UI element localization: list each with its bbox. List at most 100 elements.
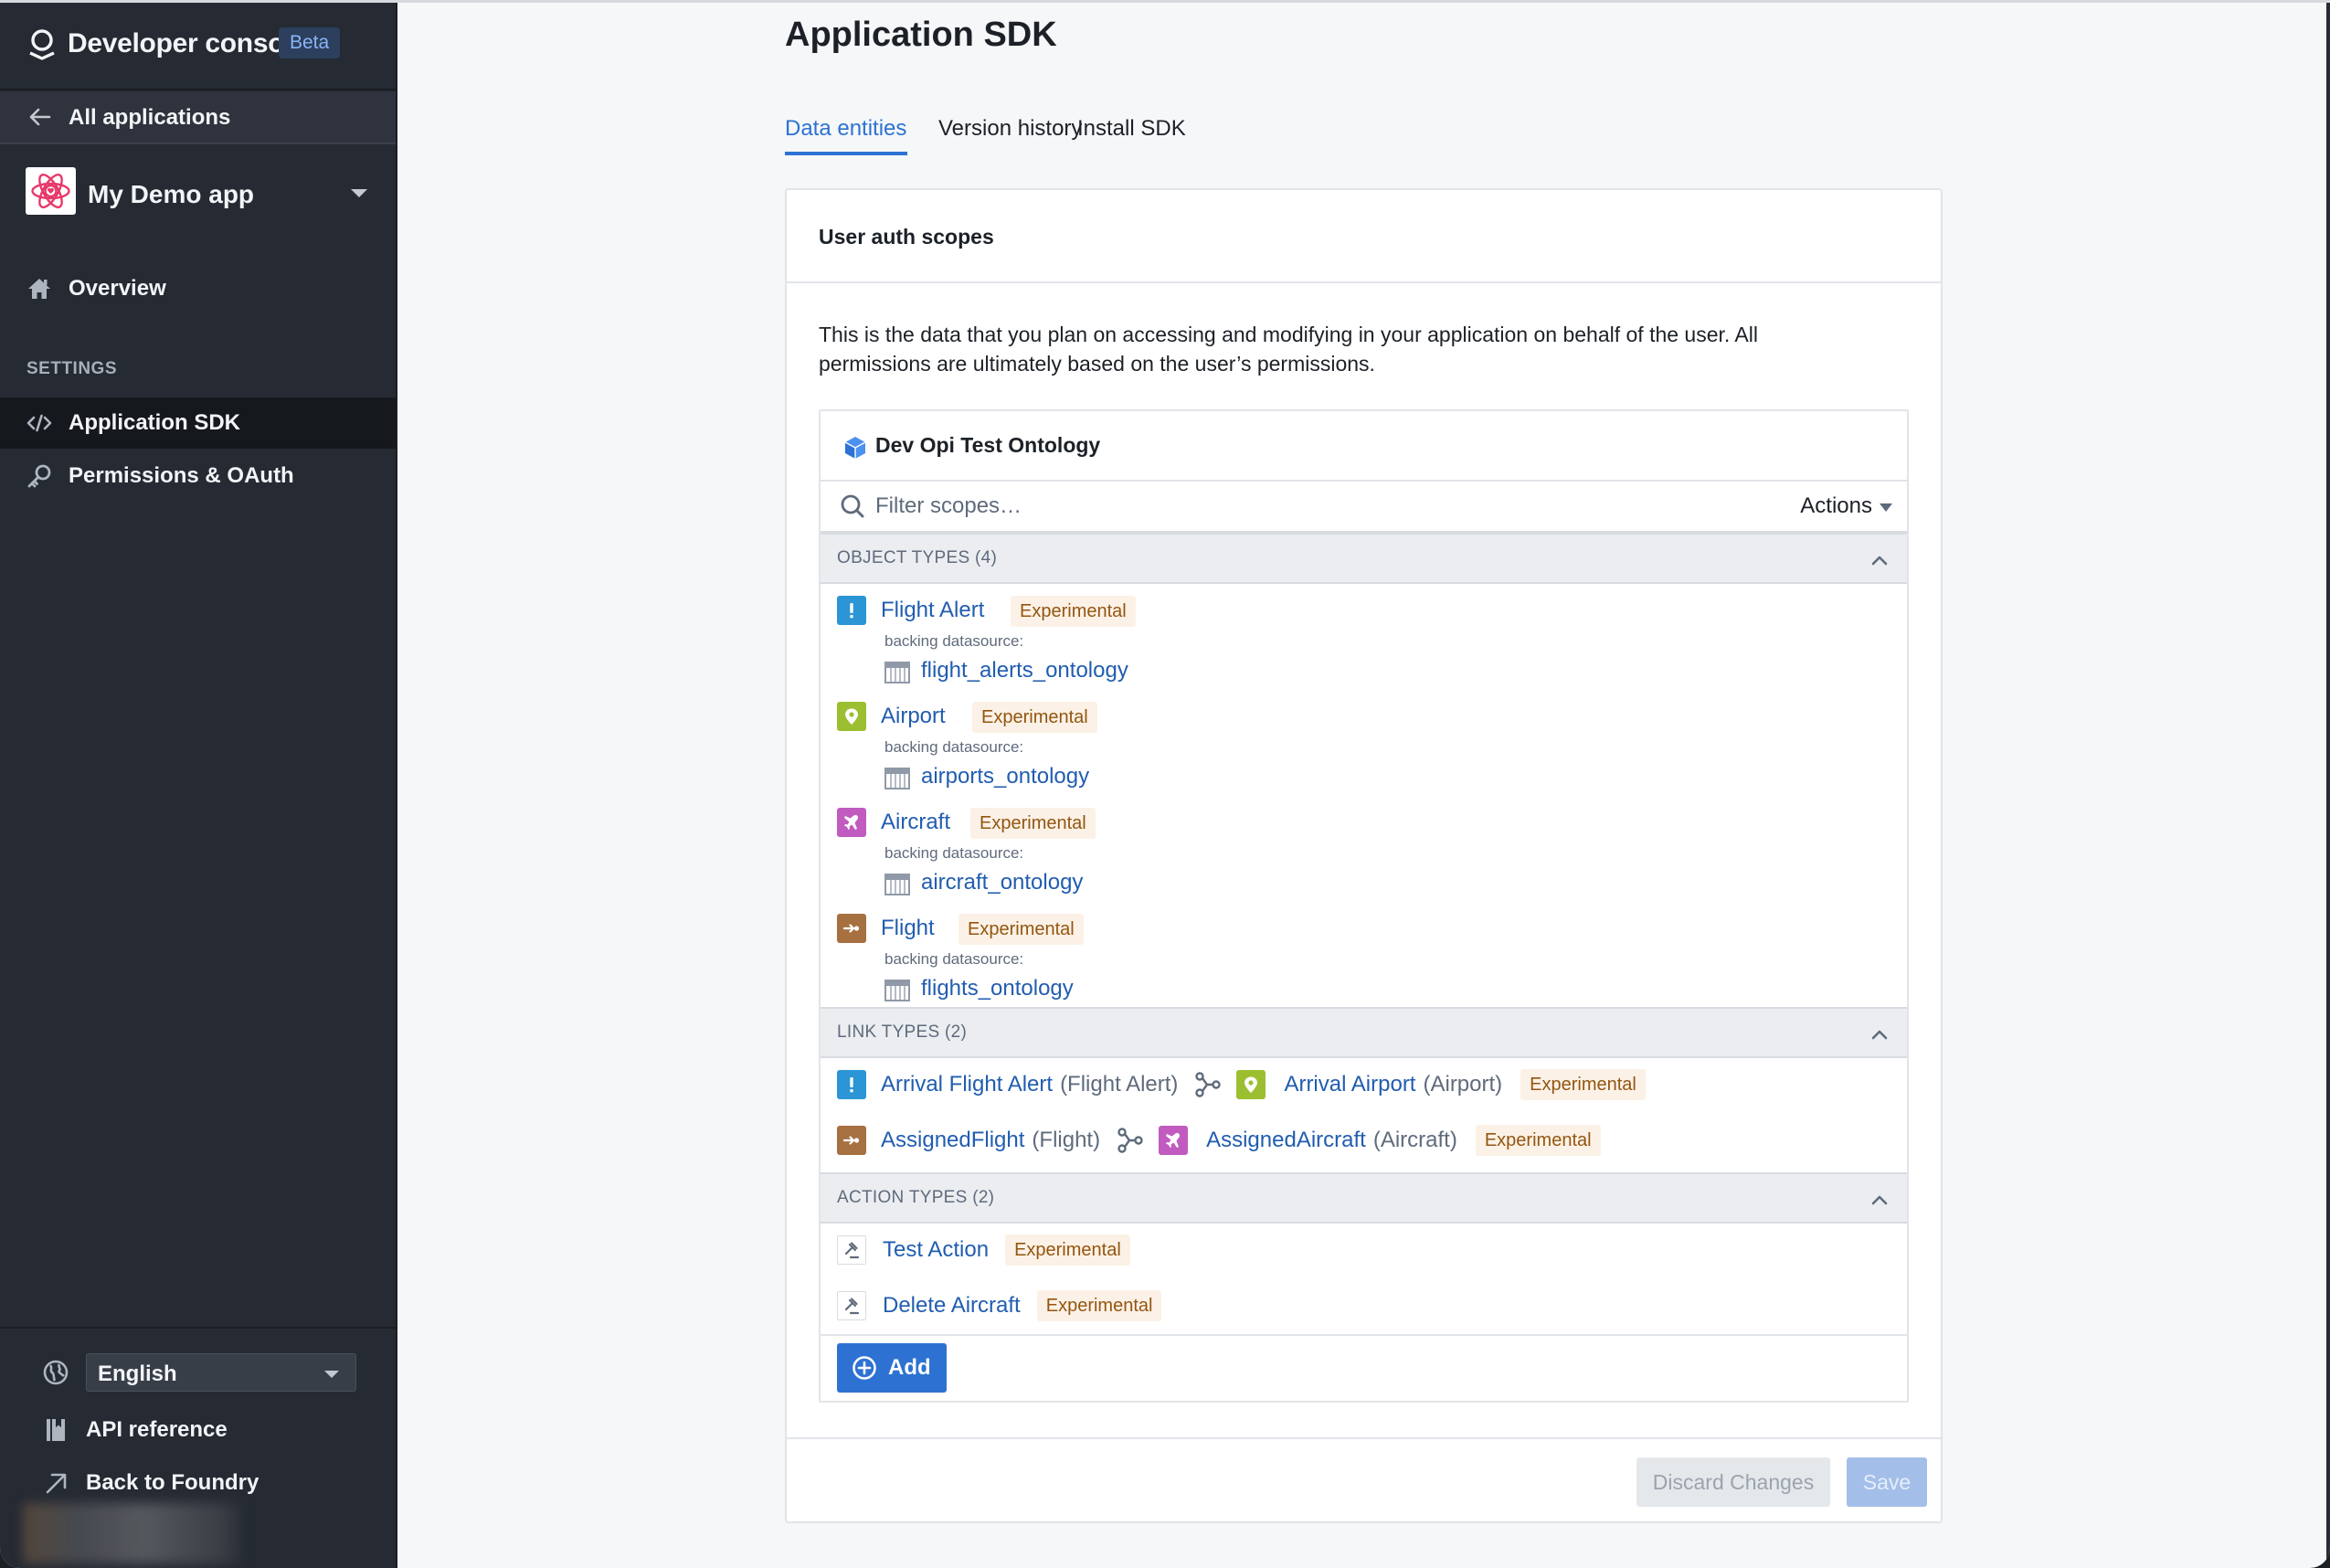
tab-install-sdk[interactable]: Install SDK: [1077, 116, 1186, 142]
datasource-name: flight_alerts_ontology: [921, 658, 1128, 683]
caret-down-icon[interactable]: [1880, 503, 1892, 512]
window-edge: [2326, 3, 2330, 1568]
scope-box: Dev Opi Test Ontology Actions OBJECT TYP…: [819, 409, 1909, 1403]
exclamation-icon: [837, 1070, 866, 1099]
link-type-item: Arrival Flight Alert (Flight Alert) Arri…: [837, 1066, 1646, 1103]
flight-arrow-icon: [837, 914, 866, 943]
app-window: Developer console Beta All applications: [0, 0, 2330, 1568]
card-header: User auth scopes: [787, 190, 1941, 283]
gavel-icon: [837, 1235, 866, 1265]
user-avatar[interactable]: [23, 1503, 242, 1563]
object-type-item: Airport Experimental backing datasource:…: [837, 702, 1385, 802]
arrow-left-icon: [29, 108, 51, 126]
settings-section-label: SETTINGS: [26, 359, 118, 378]
experimental-badge: Experimental: [1520, 1069, 1646, 1100]
link-types-header[interactable]: LINK TYPES (2): [821, 1007, 1907, 1058]
filter-row: Actions: [821, 482, 1907, 533]
divider: [821, 1334, 1907, 1336]
table-icon: [884, 662, 910, 683]
link-icon: [1195, 1072, 1222, 1097]
action-type-item: Test Action Experimental: [837, 1232, 1130, 1268]
filter-scopes-input[interactable]: [875, 489, 1606, 524]
experimental-badge: Experimental: [1005, 1234, 1130, 1266]
back-to-foundry-label: Back to Foundry: [86, 1470, 259, 1495]
link-target-name[interactable]: Arrival Airport: [1284, 1072, 1415, 1097]
all-applications-label: All applications: [69, 105, 231, 130]
datasource-name: airports_ontology: [921, 764, 1090, 789]
gavel-icon: [837, 1291, 866, 1320]
plus-circle-icon: [853, 1356, 876, 1380]
sidebar-item-application-sdk[interactable]: Application SDK: [0, 397, 396, 449]
table-icon: [884, 768, 910, 789]
experimental-badge: Experimental: [972, 702, 1097, 733]
datasource-name: flights_ontology: [921, 976, 1074, 1001]
link-type-item: AssignedFlight (Flight) AssignedAircraft…: [837, 1122, 1601, 1159]
save-button[interactable]: Save: [1847, 1457, 1927, 1507]
chevron-up-icon[interactable]: [1870, 1191, 1889, 1209]
api-reference-link[interactable]: API reference: [42, 1412, 371, 1448]
language-value: English: [98, 1361, 177, 1386]
action-types-header[interactable]: ACTION TYPES (2): [821, 1172, 1907, 1224]
object-types-header[interactable]: OBJECT TYPES (4): [821, 533, 1907, 584]
action-type-name[interactable]: Test Action: [883, 1237, 989, 1263]
section-title: LINK TYPES (2): [837, 1022, 968, 1042]
tab-data-entities[interactable]: Data entities: [785, 116, 906, 142]
backing-label: backing datasource:: [884, 632, 1024, 650]
link-source-name[interactable]: AssignedFlight: [881, 1128, 1024, 1153]
search-icon: [841, 494, 864, 518]
object-type-name[interactable]: Flight: [881, 916, 935, 941]
experimental-badge: Experimental: [970, 808, 1096, 839]
back-to-foundry-link[interactable]: Back to Foundry: [42, 1465, 371, 1501]
language-select[interactable]: English: [86, 1353, 356, 1392]
tab-version-history[interactable]: Version history: [938, 116, 1082, 142]
link-source-name[interactable]: Arrival Flight Alert: [881, 1072, 1053, 1097]
object-type-name[interactable]: Flight Alert: [881, 598, 984, 623]
api-reference-label: API reference: [86, 1417, 228, 1442]
user-auth-scopes-card: User auth scopes This is the data that y…: [785, 188, 1943, 1523]
backing-label: backing datasource:: [884, 738, 1024, 756]
link-source-type: (Flight): [1032, 1128, 1101, 1152]
sidebar-brand: Developer console Beta: [0, 3, 396, 90]
page-title: Application SDK: [785, 16, 1057, 54]
table-icon: [884, 874, 910, 895]
flight-arrow-icon: [837, 1126, 866, 1155]
chevron-up-icon[interactable]: [1870, 1025, 1889, 1044]
exclamation-icon: [837, 596, 866, 625]
section-title: ACTION TYPES (2): [837, 1188, 995, 1207]
sidebar-divider: [0, 1327, 396, 1329]
all-applications-link[interactable]: All applications: [0, 91, 396, 144]
airplane-icon: [837, 808, 866, 837]
action-type-item: Delete Aircraft Experimental: [837, 1287, 1162, 1324]
arrow-top-right-icon: [46, 1473, 67, 1494]
backing-label: backing datasource:: [884, 844, 1024, 862]
card-description: This is the data that you plan on access…: [819, 323, 1758, 376]
action-type-name[interactable]: Delete Aircraft: [883, 1293, 1021, 1319]
card-title: User auth scopes: [819, 225, 994, 249]
chevron-up-icon[interactable]: [1870, 551, 1889, 569]
sidebar-item-label: Overview: [69, 276, 166, 301]
experimental-badge: Experimental: [1036, 1290, 1162, 1321]
sidebar-item-permissions-oauth[interactable]: Permissions & OAuth: [0, 450, 396, 502]
object-type-item: Aircraft Experimental backing datasource…: [837, 808, 1385, 908]
add-button-label: Add: [888, 1355, 931, 1380]
object-type-name[interactable]: Airport: [881, 704, 946, 729]
link-target-type: (Aircraft): [1372, 1128, 1457, 1152]
code-icon: [26, 414, 52, 432]
caret-down-icon[interactable]: [351, 189, 367, 197]
table-icon: [884, 980, 910, 1001]
sidebar-item-overview[interactable]: Overview: [0, 263, 396, 314]
link-target-type: (Airport): [1423, 1072, 1503, 1097]
object-type-name[interactable]: Aircraft: [881, 810, 950, 835]
actions-dropdown[interactable]: Actions: [1800, 493, 1872, 519]
link-target-name[interactable]: AssignedAircraft: [1206, 1128, 1366, 1153]
discard-changes-button[interactable]: Discard Changes: [1636, 1457, 1830, 1507]
ontology-name: Dev Opi Test Ontology: [875, 433, 1101, 457]
experimental-badge: Experimental: [1475, 1125, 1601, 1156]
app-switcher[interactable]: My Demo app: [26, 167, 373, 226]
backing-label: backing datasource:: [884, 950, 1024, 968]
atom-heart-icon: [26, 167, 76, 215]
add-button[interactable]: Add: [837, 1343, 947, 1393]
palantir-logo-icon: [29, 29, 55, 60]
cube-icon: [844, 437, 866, 459]
book-icon: [47, 1419, 65, 1441]
